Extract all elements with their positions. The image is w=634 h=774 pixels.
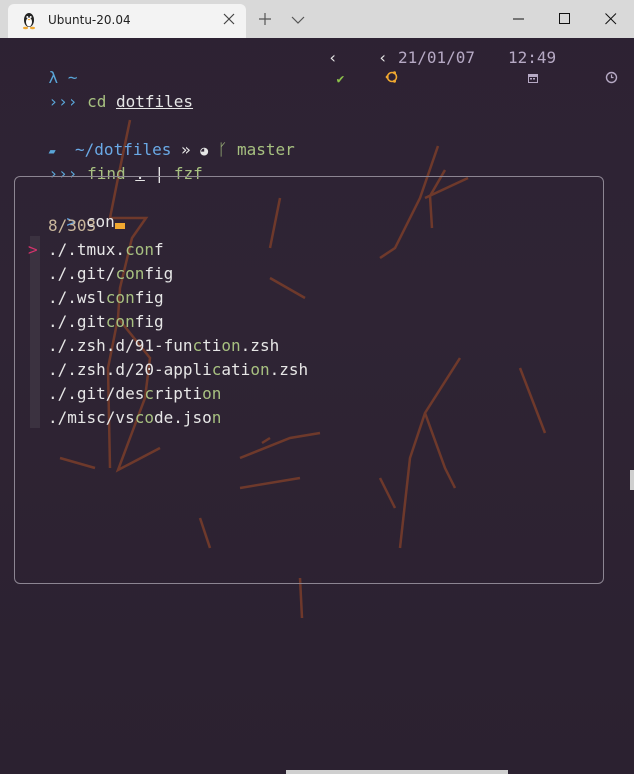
- chevron-down-icon[interactable]: [290, 12, 306, 26]
- linux-tux-icon: [20, 12, 38, 30]
- tab-ubuntu[interactable]: Ubuntu-20.04: [8, 4, 246, 38]
- fzf-result-item[interactable]: ./misc/vscode.json: [48, 408, 221, 428]
- fzf-result-item[interactable]: ./.wslconfig: [48, 288, 164, 308]
- fzf-result-item[interactable]: ./.zsh.d/20-application.zsh: [48, 360, 308, 380]
- check-icon: ✔: [336, 72, 345, 87]
- command-name: cd: [87, 92, 107, 111]
- title-bar: Ubuntu-20.04: [0, 0, 634, 38]
- clock-icon: [566, 48, 618, 108]
- taskbar-edge: [286, 770, 508, 774]
- git-branch: master: [237, 140, 295, 159]
- tab-close-icon[interactable]: [220, 10, 238, 28]
- fzf-result-item[interactable]: ./.zsh.d/91-function.zsh: [48, 336, 279, 356]
- branch-icon: ᚴ: [217, 140, 228, 159]
- fzf-pointer: >: [28, 240, 38, 259]
- fzf-result-item[interactable]: ./.gitconfig: [48, 312, 164, 332]
- close-window-button[interactable]: [588, 0, 634, 38]
- new-tab-plus-icon[interactable]: [256, 10, 274, 28]
- ubuntu-icon: [346, 48, 399, 108]
- fzf-result-item[interactable]: ./.tmux.conf: [48, 240, 164, 260]
- status-date: 21/01/07: [398, 48, 476, 67]
- terminal-window: Ubuntu-20.04 λ ~ ✔ ‹ ‹ 21/01/07 12:49 ››…: [0, 0, 634, 774]
- fzf-result-item[interactable]: ./.git/config: [48, 264, 173, 284]
- minimize-button[interactable]: [496, 0, 542, 38]
- command-arg: dotfiles: [115, 92, 194, 111]
- status-lt-1: ‹: [328, 48, 338, 67]
- scrollbar-edge[interactable]: [630, 470, 634, 490]
- tab-title: Ubuntu-20.04: [48, 13, 131, 27]
- maximize-button[interactable]: [542, 0, 588, 38]
- minimize-icon: [513, 18, 524, 20]
- text-cursor: [114, 223, 125, 229]
- maximize-icon: [559, 13, 570, 24]
- status-lt-2: ‹: [378, 48, 388, 67]
- fzf-gutter: [30, 236, 40, 428]
- fzf-match-count: 8/303: [48, 216, 97, 235]
- status-time: 12:49: [508, 48, 557, 67]
- fzf-result-item[interactable]: ./.git/description: [48, 384, 221, 404]
- close-icon: [605, 13, 617, 25]
- prompt-arrows: ›››: [48, 92, 78, 111]
